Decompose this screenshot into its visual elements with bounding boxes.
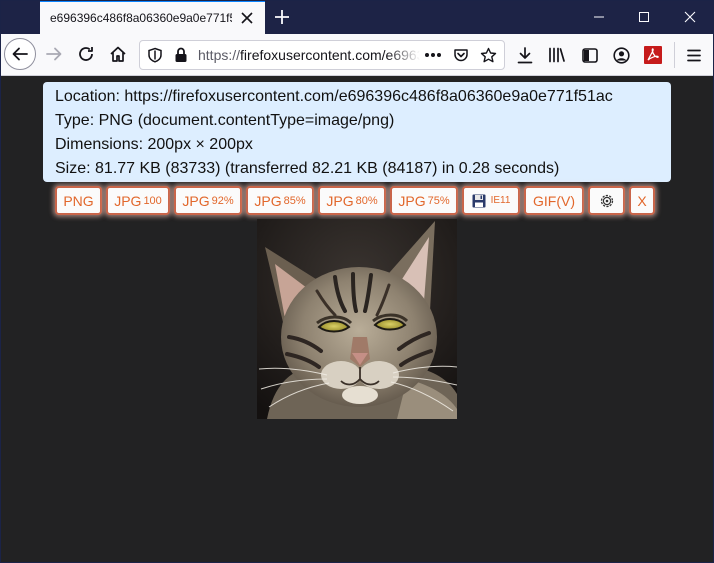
more-icon (425, 53, 441, 57)
tracking-protection-button[interactable] (146, 46, 164, 64)
jpg-100-quality: 100 (143, 194, 162, 207)
cat-photo (257, 219, 457, 419)
info-type: Type: PNG (document.contentType=image/pn… (55, 112, 395, 129)
tab-title: e696396c486f8a06360e9a0e771f51ac (50, 11, 232, 25)
forward-arrow-icon (46, 47, 62, 61)
menu-icon (687, 49, 701, 61)
jpg-100-button[interactable]: JPG 100 (106, 186, 170, 215)
account-button[interactable] (610, 44, 632, 66)
library-icon (549, 47, 565, 63)
save-ie11-button[interactable]: IE11 (462, 186, 520, 215)
jpg-92-label: JPG (182, 192, 210, 209)
url-bar[interactable]: https://firefoxusercontent.com/e696396c4… (139, 40, 505, 70)
jpg-75-label: JPG (398, 192, 426, 209)
jpg-85-button[interactable]: JPG 85% (246, 186, 314, 215)
page-actions-button[interactable] (422, 46, 444, 64)
settings-button[interactable] (588, 186, 625, 215)
close-toolbar-button[interactable]: X (629, 186, 655, 215)
plus-icon (275, 10, 289, 24)
home-button[interactable] (106, 42, 130, 66)
jpg-92-button[interactable]: JPG 92% (174, 186, 242, 215)
info-dimensions: Dimensions: 200px × 200px (55, 136, 253, 153)
jpg-80-quality: 80% (355, 194, 378, 207)
close-window-button[interactable] (667, 0, 713, 34)
tab-close-button[interactable] (238, 9, 256, 27)
reload-icon (79, 47, 93, 61)
minimize-button[interactable] (576, 0, 622, 34)
jpg-85-quality: 85% (283, 194, 306, 207)
tab-active[interactable]: e696396c486f8a06360e9a0e771f51ac (40, 0, 265, 34)
png-button[interactable]: PNG (55, 186, 102, 215)
bookmark-star-button[interactable] (478, 46, 498, 64)
pocket-icon (454, 49, 468, 62)
info-location: Location: https://firefoxusercontent.com… (55, 88, 613, 105)
close-label: X (637, 192, 647, 209)
pdf-icon (644, 46, 662, 64)
close-icon (684, 11, 696, 23)
jpg-100-label: JPG (114, 192, 142, 209)
download-icon (517, 46, 533, 63)
forward-button[interactable] (42, 42, 66, 66)
library-button[interactable] (546, 44, 568, 66)
app-menu-button[interactable] (683, 44, 705, 66)
account-icon (612, 46, 630, 64)
close-icon (241, 12, 253, 24)
lock-icon (175, 47, 187, 62)
pdf-extension-button[interactable] (642, 44, 664, 66)
image-info-panel: Location: https://firefoxusercontent.com… (43, 82, 671, 182)
png-label: PNG (63, 192, 94, 209)
jpg-75-quality: 75% (427, 194, 450, 207)
shield-icon (148, 47, 162, 63)
star-icon (480, 47, 496, 62)
gif-label: GIF(V) (533, 192, 575, 209)
gif-button[interactable]: GIF(V) (524, 186, 584, 215)
title-bar: e696396c486f8a06360e9a0e771f51ac (0, 0, 714, 34)
jpg-92-quality: 92% (211, 194, 234, 207)
minimize-icon (594, 16, 604, 18)
info-size: Size: 81.77 KB (83733) (transferred 82.2… (55, 160, 560, 177)
downloads-button[interactable] (514, 44, 536, 66)
back-button[interactable] (4, 38, 36, 70)
sidebar-button[interactable] (579, 44, 601, 66)
site-info-button[interactable] (172, 46, 190, 64)
jpg-80-button[interactable]: JPG 80% (318, 186, 386, 215)
navigation-toolbar: https://firefoxusercontent.com/e696396c4… (0, 34, 714, 76)
jpg-85-label: JPG (254, 192, 282, 209)
url-text[interactable]: https://firefoxusercontent.com/e696396c4… (198, 47, 420, 65)
pocket-button[interactable] (451, 46, 471, 64)
ie11-label: IE11 (490, 195, 511, 206)
reload-button[interactable] (74, 42, 98, 66)
jpg-80-label: JPG (326, 192, 354, 209)
maximize-button[interactable] (621, 0, 667, 34)
gear-icon (600, 194, 613, 207)
maximize-icon (639, 12, 649, 22)
back-arrow-icon (12, 47, 28, 61)
url-protocol: https:// (198, 47, 241, 63)
url-host-path: firefoxusercontent.com/e696396c486f8a063… (240, 47, 420, 63)
new-tab-button[interactable] (272, 7, 292, 27)
sidebar-icon (582, 47, 598, 63)
jpg-75-button[interactable]: JPG 75% (390, 186, 458, 215)
toolbar-separator (674, 42, 675, 68)
home-icon (110, 46, 126, 62)
save-disk-icon (472, 194, 486, 207)
displayed-image[interactable] (257, 219, 457, 419)
